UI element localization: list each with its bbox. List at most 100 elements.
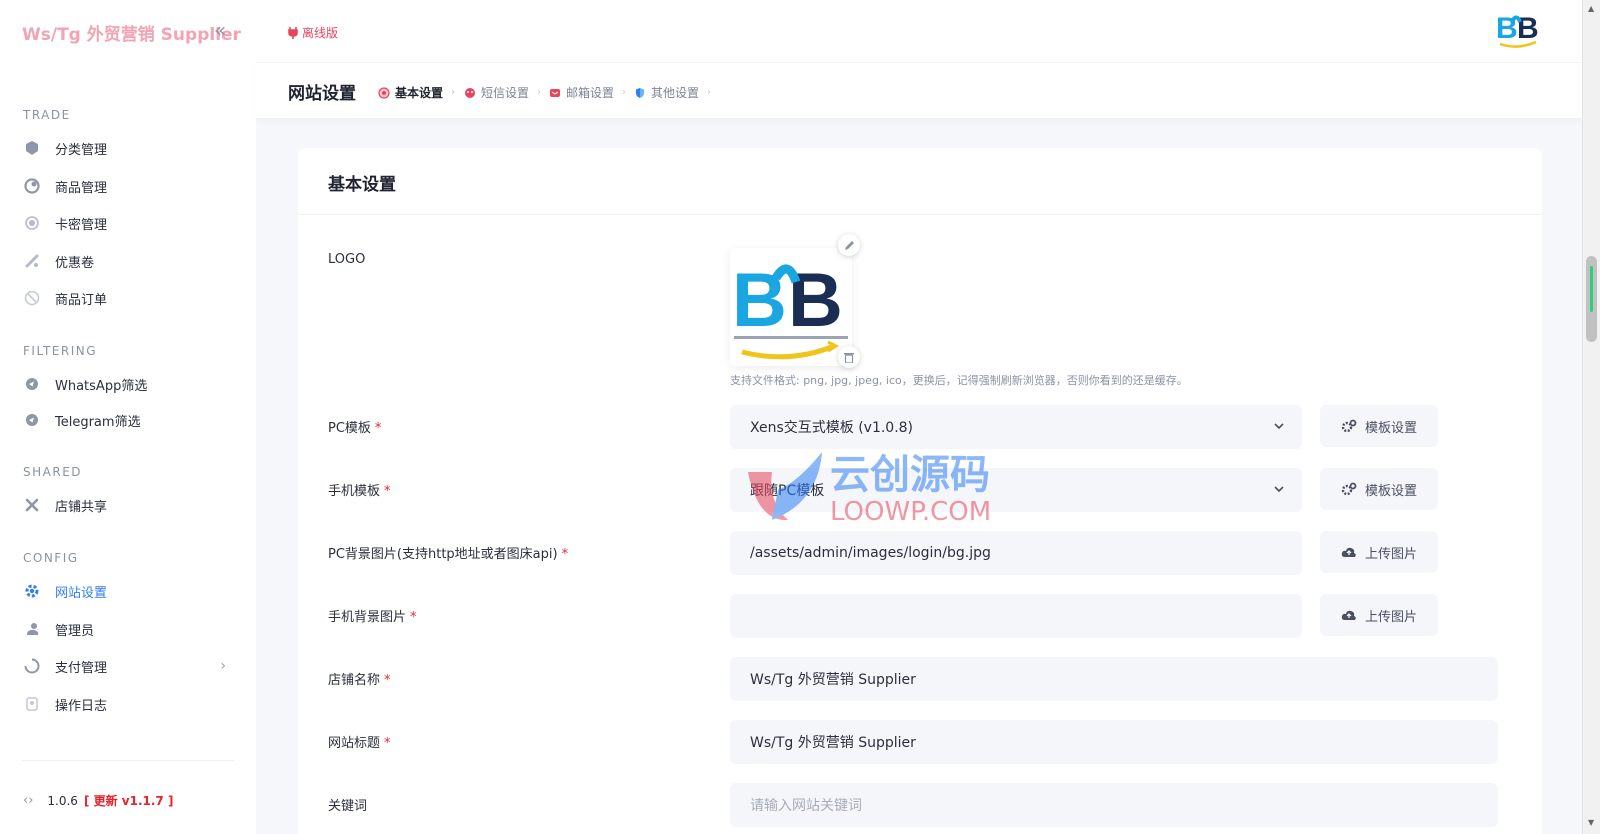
card-title: 基本设置	[328, 175, 396, 195]
logo-format-hint: 支持文件格式: png, jpg, jpeg, ico，更换后，记得强制刷新浏览…	[730, 374, 1188, 387]
sidebar-item-label: WhatsApp筛选	[55, 378, 148, 394]
topbar: 离线版 B B	[256, 0, 1582, 62]
email-icon	[550, 88, 560, 97]
site-title-input[interactable]: Ws/Tg 外贸营销 Supplier	[730, 720, 1498, 764]
order-icon	[23, 289, 41, 307]
mobile-template-label: 手机模板 *	[328, 484, 391, 499]
sidebar-item-orders[interactable]: 商品订单	[0, 282, 256, 314]
code-icon: ‹›	[23, 793, 34, 808]
page-scrollbar[interactable]: ▲ ▼	[1582, 0, 1600, 834]
basic-settings-icon	[378, 86, 390, 99]
filter-icon	[23, 411, 41, 429]
sidebar-item-site-settings[interactable]: 网站设置	[0, 575, 256, 607]
sidebar-item-label: 网站设置	[55, 585, 108, 601]
section-title-trade: TRADE	[23, 108, 71, 122]
mobile-background-input[interactable]	[730, 594, 1302, 638]
settings-card: 基本设置 LOGO B B 支持文件格式: png, jpg, jpeg, ic…	[298, 148, 1542, 834]
version-info: ‹› 1.0.6 [ 更新 v1.1.7 ]	[23, 792, 173, 809]
version-number: 1.0.6	[47, 793, 78, 808]
shop-name-label: 店铺名称 *	[328, 673, 391, 688]
cloud-upload-icon	[1341, 610, 1356, 620]
scroll-down-icon[interactable]: ▼	[1588, 818, 1594, 827]
plug-icon	[288, 26, 298, 39]
sidebar-item-logs[interactable]: 操作日志	[0, 688, 256, 720]
gear-icon	[23, 582, 41, 600]
pc-background-upload-button[interactable]: 上传图片	[1320, 531, 1438, 573]
sidebar-item-telegram-filter[interactable]: Telegram筛选	[0, 404, 256, 436]
sidebar-item-label: 店铺共享	[55, 499, 108, 515]
sidebar-item-admins[interactable]: 管理员	[0, 613, 256, 645]
page-title: 网站设置	[288, 84, 356, 104]
tab-basic-settings[interactable]: 基本设置 ›	[378, 84, 455, 101]
mobile-background-label: 手机背景图片 *	[328, 610, 417, 625]
pc-background-input[interactable]: /assets/admin/images/login/bg.jpg	[730, 531, 1302, 575]
folder-icon	[23, 139, 41, 157]
sms-icon	[465, 87, 475, 98]
sidebar-item-shop-share[interactable]: 店铺共享	[0, 489, 256, 521]
log-icon	[23, 695, 41, 713]
collapse-sidebar-icon[interactable]: «	[214, 18, 226, 42]
payment-icon	[23, 657, 41, 675]
mobile-template-settings-button[interactable]: 模板设置	[1320, 468, 1438, 510]
edit-logo-button[interactable]	[838, 234, 860, 256]
site-title-label: 网站标题 *	[328, 736, 391, 751]
scroll-up-icon[interactable]: ▲	[1588, 4, 1594, 13]
product-icon	[23, 177, 41, 195]
trash-icon	[844, 352, 854, 363]
delete-logo-button[interactable]	[838, 346, 860, 368]
chevron-down-icon	[1274, 486, 1284, 493]
sidebar-item-label: 商品管理	[55, 180, 108, 196]
svg-text:B: B	[788, 258, 843, 343]
brand-title[interactable]: Ws/Tg 外贸营销 Supplier	[22, 20, 241, 45]
sidebar-item-coupons[interactable]: 优惠卷	[0, 245, 256, 277]
gears-icon	[1341, 482, 1357, 496]
shield-icon	[636, 87, 644, 98]
sidebar-item-cards[interactable]: 卡密管理	[0, 207, 256, 239]
sidebar-item-whatsapp-filter[interactable]: WhatsApp筛选	[0, 368, 256, 400]
settings-tabs-bar: 网站设置 基本设置 › 短信设置 › 邮箱设置 › 其他设置 ›	[256, 62, 1582, 118]
pc-template-label: PC模板 *	[328, 421, 382, 436]
sidebar-item-label: 管理员	[55, 623, 95, 639]
keywords-input[interactable]: 请输入网站关键词	[730, 783, 1498, 827]
sidebar-item-label: Telegram筛选	[55, 414, 141, 430]
sidebar-item-label: 分类管理	[55, 142, 108, 158]
section-title-shared: SHARED	[23, 465, 83, 479]
mobile-template-select[interactable]: 跟随PC模板	[730, 468, 1302, 512]
sidebar-item-label: 商品订单	[55, 292, 108, 308]
share-icon	[23, 496, 41, 514]
chevron-down-icon	[1274, 423, 1284, 430]
scroll-indicator	[1590, 266, 1593, 312]
section-title-config: CONFIG	[23, 551, 79, 565]
pc-background-label: PC背景图片(支持http地址或者图床api) *	[328, 547, 569, 562]
brand-logo[interactable]: B B	[1496, 10, 1540, 54]
card-divider	[298, 214, 1542, 215]
sidebar-item-label: 操作日志	[55, 698, 108, 714]
offline-badge: 离线版	[288, 24, 338, 41]
mobile-background-upload-button[interactable]: 上传图片	[1320, 594, 1438, 636]
pencil-icon	[844, 240, 854, 250]
sidebar-item-payment[interactable]: 支付管理 ›	[0, 650, 256, 682]
gears-icon	[1341, 419, 1357, 433]
svg-text:B: B	[1517, 12, 1539, 45]
tab-other-settings[interactable]: 其他设置 ›	[634, 84, 711, 101]
sidebar-item-label: 优惠卷	[55, 255, 95, 271]
sidebar-divider	[22, 760, 234, 761]
chevron-right-icon: ›	[220, 658, 226, 674]
keywords-label: 关键词	[328, 799, 368, 814]
sidebar-item-products[interactable]: 商品管理	[0, 170, 256, 202]
logo-label: LOGO	[328, 252, 366, 267]
update-link[interactable]: [ 更新 v1.1.7 ]	[84, 792, 174, 809]
cloud-upload-icon	[1341, 547, 1356, 557]
card-icon	[23, 214, 41, 232]
sidebar-item-label: 卡密管理	[55, 217, 108, 233]
sidebar-item-category[interactable]: 分类管理	[0, 132, 256, 164]
pc-template-select[interactable]: Xens交互式模板 (v1.0.8)	[730, 405, 1302, 449]
tab-email-settings[interactable]: 邮箱设置 ›	[549, 84, 626, 101]
section-title-filtering: FILTERING	[23, 344, 98, 358]
pc-template-settings-button[interactable]: 模板设置	[1320, 405, 1438, 447]
tab-sms-settings[interactable]: 短信设置 ›	[464, 84, 541, 101]
shop-name-input[interactable]: Ws/Tg 外贸营销 Supplier	[730, 657, 1498, 701]
sidebar: Ws/Tg 外贸营销 Supplier « TRADE 分类管理 商品管理 卡密…	[0, 0, 256, 834]
coupon-icon	[23, 252, 41, 270]
logo-preview[interactable]: B B	[730, 248, 852, 366]
